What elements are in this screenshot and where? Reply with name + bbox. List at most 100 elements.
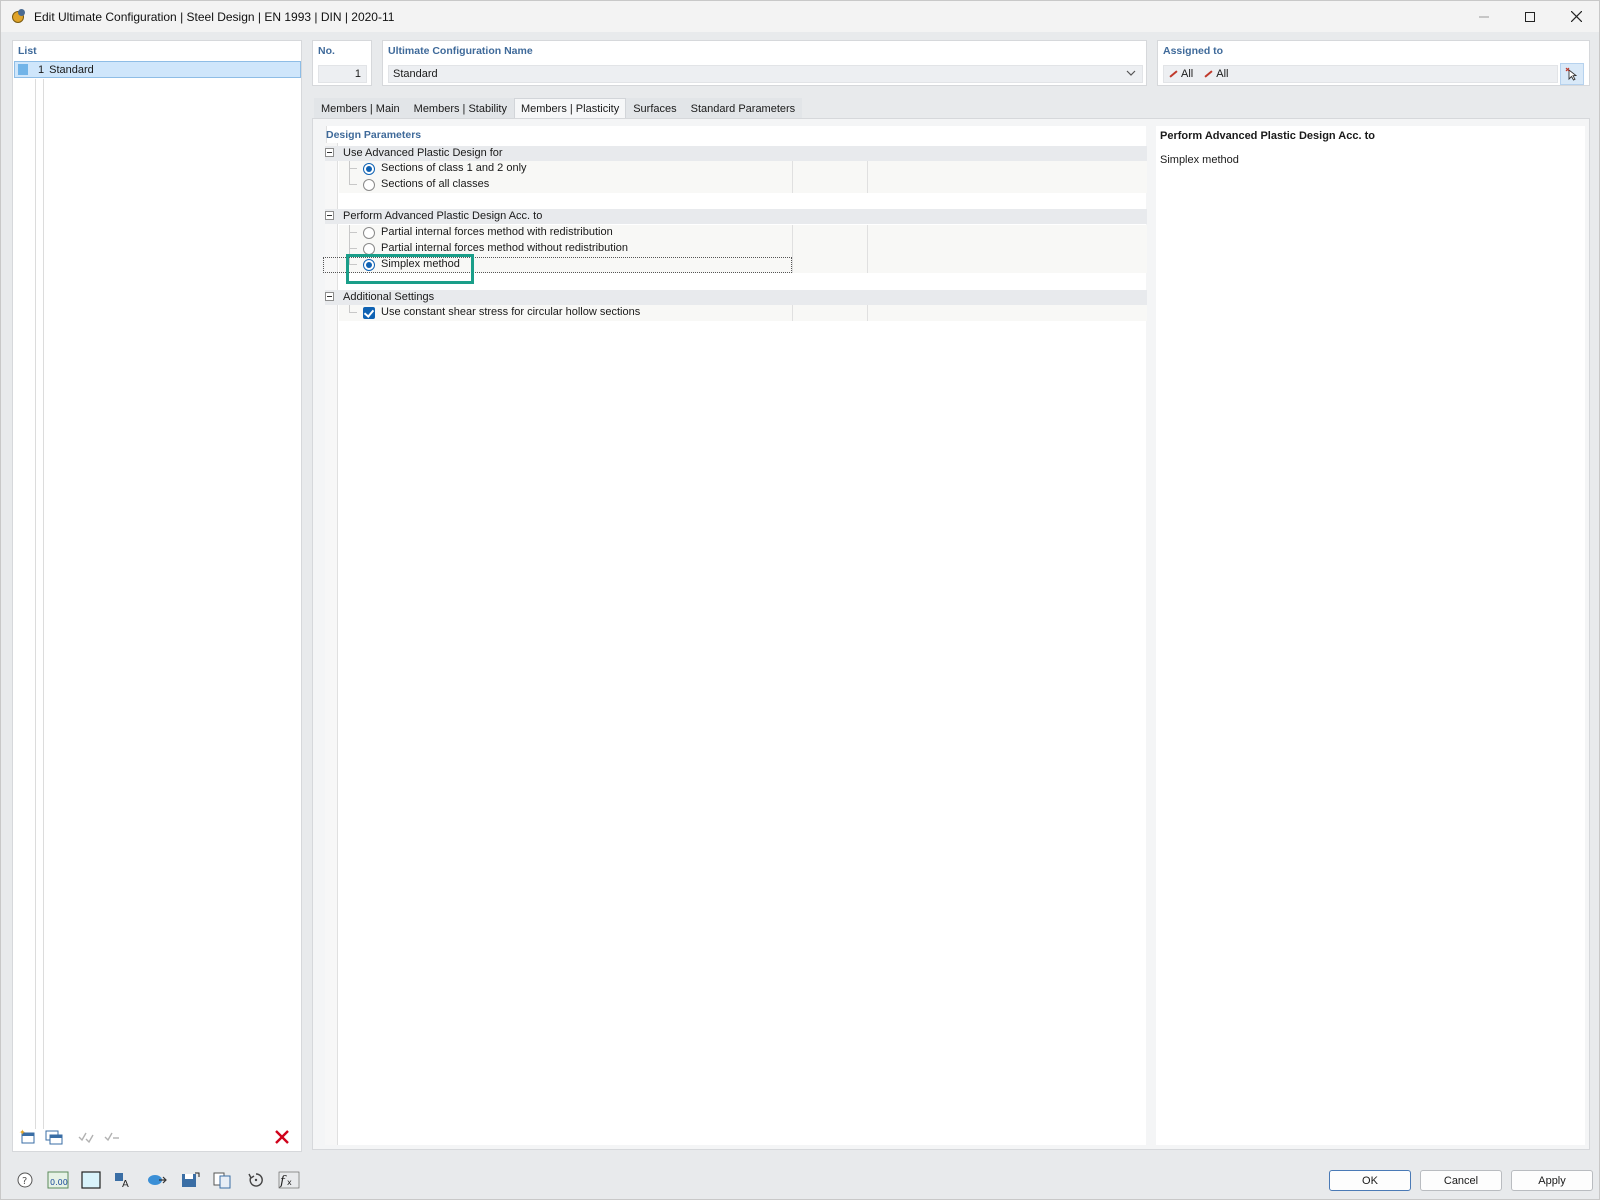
export-icon	[147, 1175, 167, 1185]
checkbox[interactable]	[363, 307, 375, 319]
option-label: Partial internal forces method without r…	[381, 242, 629, 254]
chevron-down-icon	[1126, 68, 1136, 81]
tree-line	[43, 79, 44, 1129]
copy-item-icon	[45, 1130, 63, 1145]
number-value: 1	[354, 68, 361, 80]
close-button[interactable]	[1553, 1, 1599, 32]
svg-text:?: ?	[22, 1176, 27, 1187]
svg-text:✦: ✦	[19, 1129, 26, 1137]
option-label: Partial internal forces method with redi…	[381, 226, 613, 238]
group-header: Perform Advanced Plastic Design Acc. to	[325, 209, 1147, 224]
member-icon	[1168, 69, 1178, 79]
copy-item-button[interactable]	[43, 1127, 65, 1147]
info-title: Perform Advanced Plastic Design Acc. to	[1160, 130, 1375, 142]
dialog-window: Edit Ultimate Configuration | Steel Desi…	[0, 0, 1600, 1200]
reset-button[interactable]	[242, 1169, 269, 1191]
assigned-field[interactable]: All All	[1163, 65, 1558, 83]
text-style-button[interactable]: A	[110, 1169, 137, 1191]
group-label: Use Advanced Plastic Design for	[343, 147, 503, 159]
help-button[interactable]: ?	[11, 1169, 38, 1191]
formula-button[interactable]: fx	[275, 1169, 302, 1191]
list-header: List	[18, 45, 37, 57]
radio-button[interactable]	[363, 227, 375, 239]
highlight-annotation	[346, 254, 474, 284]
tab-bar: Members | Main Members | Stability Membe…	[314, 98, 803, 118]
copy-button[interactable]	[209, 1169, 236, 1191]
name-panel: Ultimate Configuration Name Standard	[382, 40, 1147, 86]
copy-icon	[213, 1172, 230, 1189]
ok-button[interactable]: OK	[1329, 1170, 1411, 1191]
assigned-member-sets: All	[1203, 68, 1228, 80]
save-button[interactable]	[176, 1169, 203, 1191]
list-item-label: Standard	[49, 63, 94, 76]
uncheck-all-button[interactable]	[101, 1127, 123, 1147]
number-panel: No. 1	[312, 40, 372, 86]
reset-icon	[247, 1173, 263, 1187]
export-button[interactable]	[143, 1169, 170, 1191]
group-header: Use Advanced Plastic Design for	[325, 146, 1147, 161]
info-panel	[1156, 126, 1585, 1145]
color-button[interactable]	[77, 1169, 104, 1191]
list-panel: List 1 Standard ✦	[12, 40, 302, 1152]
app-icon	[10, 8, 28, 26]
tab-members-stability[interactable]: Members | Stability	[406, 98, 514, 118]
decimal-places-icon: 0.00	[47, 1171, 68, 1189]
info-text: Simplex method	[1160, 154, 1239, 166]
minimize-icon	[1479, 16, 1489, 17]
title-bar: Edit Ultimate Configuration | Steel Desi…	[1, 1, 1599, 32]
member-set-icon	[1203, 69, 1213, 79]
tab-standard-parameters[interactable]: Standard Parameters	[683, 98, 803, 118]
svg-text:0.00: 0.00	[50, 1178, 68, 1187]
new-item-button[interactable]: ✦	[17, 1127, 39, 1147]
name-dropdown[interactable]: Standard	[388, 65, 1143, 83]
tab-surfaces[interactable]: Surfaces	[626, 98, 684, 118]
text-style-icon: A	[114, 1173, 129, 1189]
design-parameters-title: Design Parameters	[326, 129, 422, 141]
units-button[interactable]: 0.00	[44, 1169, 71, 1191]
option-row[interactable]: Sections of all classes	[339, 177, 1147, 193]
svg-text:A: A	[122, 1179, 129, 1189]
radio-button[interactable]	[363, 163, 375, 175]
number-label: No.	[318, 45, 335, 57]
option-label: Sections of class 1 and 2 only	[381, 162, 527, 174]
option-row[interactable]: Partial internal forces method with redi…	[339, 225, 1147, 241]
apply-button[interactable]: Apply	[1511, 1170, 1593, 1191]
option-label: Sections of all classes	[381, 178, 490, 190]
collapse-icon[interactable]	[325, 292, 334, 301]
formula-icon: fx	[278, 1171, 299, 1189]
list-toolbar: ✦	[17, 1127, 123, 1147]
bottom-toolbar: ? 0.00 A fx	[11, 1169, 302, 1191]
option-row[interactable]: Use constant shear stress for circular h…	[339, 305, 1147, 321]
tab-members-main[interactable]: Members | Main	[314, 98, 407, 118]
cancel-button[interactable]: Cancel	[1420, 1170, 1502, 1191]
delete-icon	[275, 1130, 289, 1144]
list-item-number: 1	[38, 63, 45, 76]
select-objects-button[interactable]	[1560, 63, 1584, 85]
assigned-members: All	[1168, 68, 1193, 80]
window-controls	[1461, 1, 1599, 32]
name-value: Standard	[393, 68, 438, 80]
uncheck-all-icon	[104, 1132, 119, 1142]
svg-text:x: x	[287, 1178, 292, 1187]
tree-line	[35, 79, 36, 1129]
collapse-icon[interactable]	[325, 211, 334, 220]
option-label: Use constant shear stress for circular h…	[381, 306, 641, 318]
assigned-label: Assigned to	[1163, 45, 1224, 57]
group-label: Additional Settings	[343, 291, 435, 303]
svg-text:f: f	[279, 1174, 287, 1189]
option-row[interactable]: Sections of class 1 and 2 only	[339, 161, 1147, 177]
assigned-member-sets-value: All	[1216, 68, 1229, 80]
radio-button[interactable]	[363, 179, 375, 191]
check-all-button[interactable]	[75, 1127, 97, 1147]
list-item-color-icon	[18, 64, 28, 75]
delete-button[interactable]	[271, 1127, 293, 1147]
save-icon	[181, 1172, 199, 1187]
collapse-icon[interactable]	[325, 148, 334, 157]
minimize-button[interactable]	[1461, 1, 1507, 32]
list-item[interactable]: 1 Standard	[14, 61, 301, 78]
maximize-button[interactable]	[1507, 1, 1553, 32]
assigned-members-value: All	[1181, 68, 1194, 80]
cursor-select-icon	[1565, 67, 1578, 81]
tab-members-plasticity[interactable]: Members | Plasticity	[513, 98, 627, 118]
close-icon	[1570, 11, 1582, 22]
